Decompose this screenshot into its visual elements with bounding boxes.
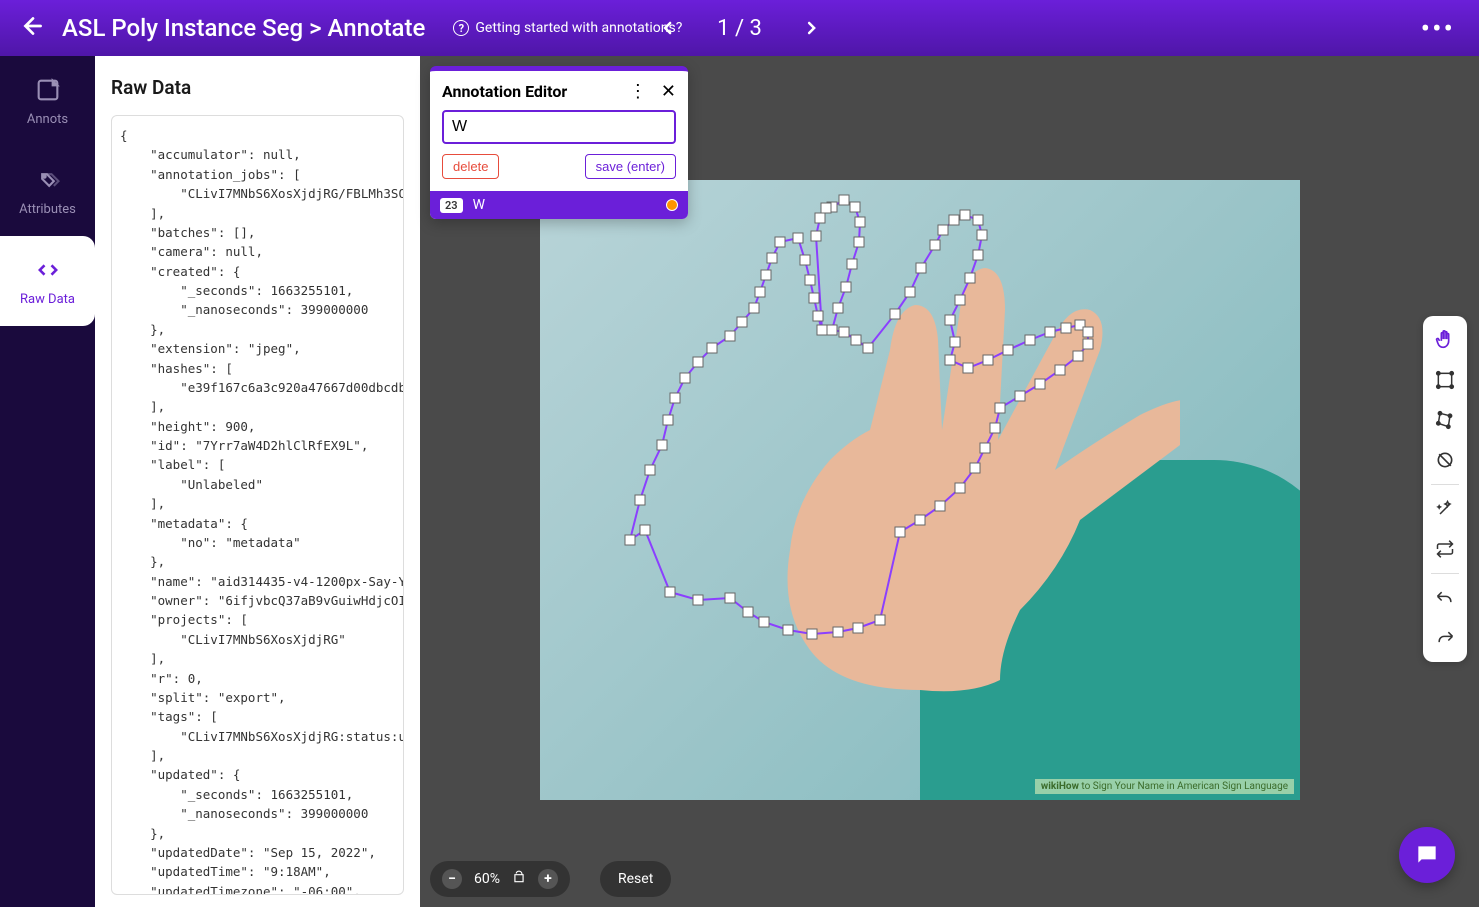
tag-label: W: [473, 197, 485, 213]
question-icon: ?: [453, 20, 469, 36]
polygon-overlay[interactable]: [540, 180, 1300, 800]
annotation-tag-row[interactable]: 23 W: [430, 191, 688, 219]
bbox-tool-icon[interactable]: [1427, 362, 1463, 398]
sidebar-item-attributes[interactable]: Attributes: [0, 146, 95, 236]
delete-button[interactable]: delete: [442, 154, 499, 179]
sidebar-label: Raw Data: [20, 292, 75, 307]
zoom-in-button[interactable]: +: [538, 869, 558, 889]
sidebar-item-rawdata[interactable]: Raw Data: [0, 236, 95, 326]
save-button[interactable]: save (enter): [585, 154, 676, 179]
zoom-controls: − 60% +: [430, 861, 570, 897]
help-link[interactable]: ? Getting started with annotations?: [453, 20, 682, 36]
zoom-out-button[interactable]: −: [442, 869, 462, 889]
reset-button[interactable]: Reset: [600, 861, 671, 897]
page-title: ASL Poly Instance Seg > Annotate: [62, 14, 425, 42]
sidebar-label: Attributes: [19, 202, 76, 217]
tag-color-swatch: [666, 199, 678, 211]
raw-json-display[interactable]: { "accumulator": null, "annotation_jobs"…: [111, 115, 404, 895]
annotated-image[interactable]: wikiHow to Sign Your Name in American Si…: [540, 180, 1300, 800]
canvas-area: wikiHow to Sign Your Name in American Si…: [420, 56, 1479, 907]
prev-icon[interactable]: [657, 12, 677, 45]
pager-text: 1 / 3: [717, 16, 762, 41]
help-text: Getting started with annotations?: [475, 20, 682, 36]
sidebar-item-annots[interactable]: Annots: [0, 56, 95, 146]
zoom-level: 60%: [474, 871, 500, 887]
polygon-path[interactable]: [630, 200, 1088, 634]
back-icon[interactable]: [20, 13, 46, 43]
undo-icon[interactable]: [1427, 580, 1463, 616]
image-watermark: wikiHow to Sign Your Name in American Si…: [1035, 779, 1294, 794]
close-icon[interactable]: ✕: [661, 81, 676, 102]
hand-tool-icon[interactable]: [1427, 322, 1463, 358]
editor-menu-icon[interactable]: ⋮: [629, 81, 647, 102]
redo-icon[interactable]: [1427, 620, 1463, 656]
chat-fab[interactable]: [1399, 827, 1455, 883]
smart-poly-tool-icon[interactable]: [1427, 442, 1463, 478]
tag-badge: 23: [440, 198, 463, 213]
polygon-vertices[interactable]: [625, 195, 1093, 639]
right-toolbar: [1423, 316, 1467, 662]
raw-data-panel: Raw Data { "accumulator": null, "annotat…: [95, 56, 420, 907]
lock-icon[interactable]: [512, 870, 526, 888]
magic-tool-icon[interactable]: [1427, 491, 1463, 527]
panel-title: Raw Data: [111, 76, 404, 99]
next-icon[interactable]: [802, 12, 822, 45]
image-pager: 1 / 3: [657, 12, 822, 45]
repeat-tool-icon[interactable]: [1427, 531, 1463, 567]
left-sidebar: Annots Attributes Raw Data: [0, 56, 95, 907]
app-header: ASL Poly Instance Seg > Annotate ? Getti…: [0, 0, 1479, 56]
class-input[interactable]: [442, 110, 676, 144]
sidebar-label: Annots: [27, 112, 68, 127]
editor-title: Annotation Editor: [442, 82, 567, 101]
more-options-icon[interactable]: •••: [1421, 12, 1455, 45]
annotation-editor: Annotation Editor ⋮ ✕ delete save (enter…: [430, 66, 688, 219]
polygon-tool-icon[interactable]: [1427, 402, 1463, 438]
